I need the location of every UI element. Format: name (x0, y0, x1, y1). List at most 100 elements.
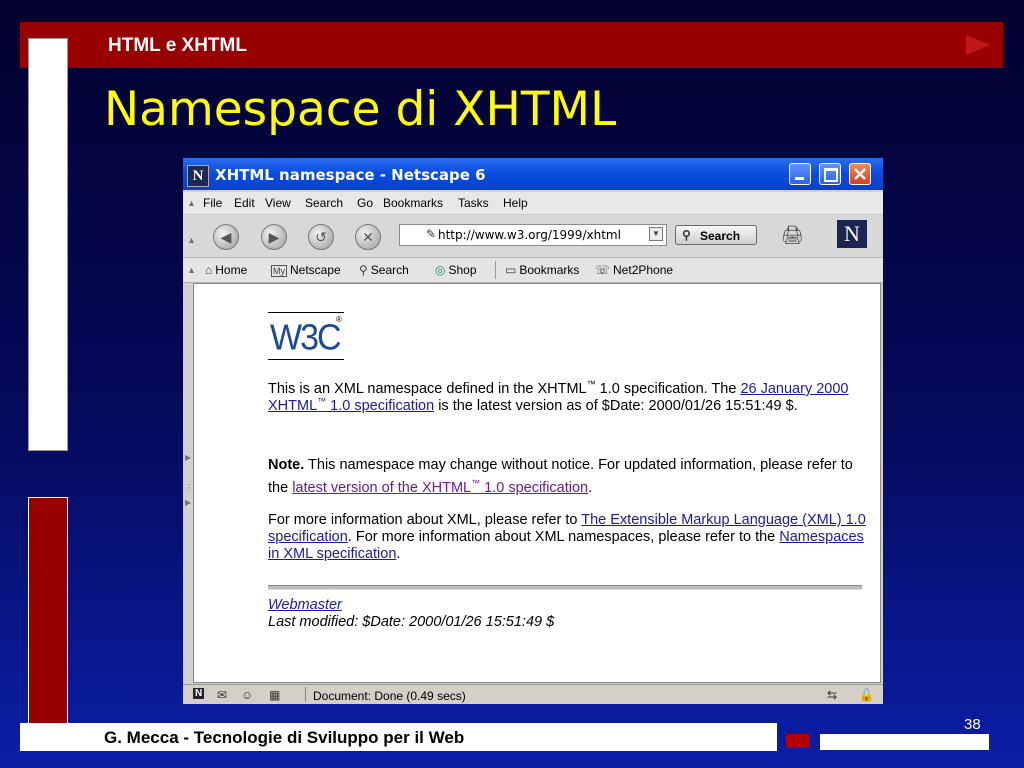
note-paragraph: Note. This namespace may change without … (268, 454, 868, 500)
maximize-icon (824, 168, 838, 182)
toolbar-shop[interactable]: ◎ Shop (435, 263, 477, 277)
toolbar-net2phone-label: Net2Phone (613, 263, 674, 277)
note-text-2: . (588, 480, 593, 496)
stop-icon[interactable]: ✕ (355, 224, 381, 250)
netscape-taskbar-icon[interactable]: N (193, 688, 205, 699)
sidebar-grippy[interactable]: ▶ ⋮ ▶ (183, 283, 193, 683)
sidebar-expand-icon: ▶ (185, 498, 192, 507)
menu-view[interactable]: View (265, 196, 291, 210)
intro-paragraph: This is an XML namespace defined in the … (268, 379, 868, 415)
url-dropdown-icon[interactable]: ▼ (649, 227, 663, 241)
close-button[interactable] (849, 163, 871, 185)
footer-red-block (786, 734, 810, 748)
window-titlebar[interactable]: N XHTML namespace - Netscape 6 (183, 158, 883, 190)
webmaster-link[interactable]: Webmaster (268, 597, 342, 613)
toolbar-grip-icon[interactable]: ▲ (187, 198, 196, 208)
decorative-red-strip (28, 497, 68, 735)
toolbar-separator (495, 261, 496, 279)
net2phone-icon: ☏ (595, 263, 611, 277)
mail-icon[interactable]: ✉ (217, 688, 227, 702)
menu-search[interactable]: Search (305, 196, 343, 210)
trademark-mark: ™ (471, 478, 481, 489)
security-lock-icon[interactable]: 🔓 (859, 688, 874, 702)
online-status-icon[interactable]: ⇆ (827, 688, 837, 702)
home-icon: ⌂ (205, 263, 213, 277)
back-icon[interactable]: ◀ (213, 224, 239, 250)
toolbar-net2phone[interactable]: ☏ Net2Phone (595, 263, 673, 277)
toolbar-netscape-label: Netscape (290, 263, 341, 277)
close-icon (854, 168, 866, 180)
personal-toolbar: ▲ ⌂ Home My Netscape ⚲ Search ◎ Shop ▭ Bookma… (183, 258, 883, 283)
minimize-button[interactable] (789, 163, 811, 185)
menu-edit[interactable]: Edit (234, 196, 255, 210)
bookmarks-icon: ▭ (505, 263, 517, 277)
toolbar-search[interactable]: ⚲ Search (359, 263, 409, 277)
latest-version-link-a: latest version of the XHTML (292, 480, 472, 496)
intro-text-2: 1.0 specification. The (595, 381, 741, 397)
reload-icon[interactable]: ↺ (308, 224, 334, 250)
slide-header-text: HTML e XHTML (108, 35, 247, 56)
slide-title: Namespace di XHTML (104, 82, 617, 137)
toolbar-grip-icon[interactable]: ▲ (187, 235, 196, 245)
note-label: Note. (268, 457, 305, 473)
decorative-white-strip (28, 38, 68, 451)
toolbar-grip-icon[interactable]: ▲ (187, 265, 196, 275)
toolbar-bookmarks-label: Bookmarks (519, 263, 580, 277)
more-info-paragraph: For more information about XML, please r… (268, 512, 868, 563)
latest-version-link[interactable]: latest version of the XHTML™ 1.0 specifi… (292, 478, 589, 496)
page-content: W3C ® This is an XML namespace defined i… (193, 283, 881, 683)
search-button[interactable]: ⚲ Search (675, 225, 757, 245)
menu-bar: ▲ File Edit View Search Go Bookmarks Tas… (183, 192, 883, 215)
composer-icon[interactable]: ▦ (269, 688, 280, 702)
instant-messenger-icon[interactable]: ☺ (241, 688, 253, 702)
navigation-toolbar: ▲ ◀ ▶ ↺ ✕ ▼ ✎ http://www.w3.org/1999/xht… (183, 215, 883, 258)
trademark-mark: ™ (317, 396, 327, 407)
more-info-text-1: For more information about XML, please r… (268, 512, 582, 528)
w3c-logo[interactable]: W3C ® (268, 312, 344, 360)
last-modified-text: Last modified: $Date: 2000/01/26 15:51:4… (268, 614, 555, 630)
spec-link-text-b: 1.0 specification (326, 398, 435, 414)
forward-icon[interactable]: ▶ (261, 224, 287, 250)
footer-text: G. Mecca - Tecnologie di Sviluppo per il… (104, 728, 465, 747)
menu-bookmarks[interactable]: Bookmarks (383, 196, 443, 210)
horizontal-rule (268, 585, 862, 590)
window-title: XHTML namespace - Netscape 6 (215, 166, 486, 184)
slide-number: 38 (964, 716, 981, 733)
status-text: Document: Done (0.49 secs) (313, 689, 466, 703)
toolbar-bookmarks[interactable]: ▭ Bookmarks (505, 263, 579, 277)
more-info-text-2: . For more information about XML namespa… (347, 529, 780, 545)
search-icon: ⚲ (359, 263, 368, 277)
netscape-app-icon: N (187, 165, 209, 187)
magnifier-icon: ⚲ (682, 228, 691, 242)
latest-version-link-b: 1.0 specification (480, 480, 589, 496)
status-separator (305, 687, 306, 702)
menu-tasks[interactable]: Tasks (458, 196, 489, 210)
sidebar-expand-icon: ▶ (185, 453, 192, 462)
page-proxy-icon: ✎ (426, 227, 437, 241)
w3c-registered-mark: ® (336, 315, 342, 324)
netscape-throbber-icon[interactable]: N (837, 220, 867, 248)
footer-white-block (820, 734, 989, 750)
search-button-label: Search (700, 229, 741, 243)
maximize-button[interactable] (819, 163, 841, 185)
intro-text-3: is the latest version as of $Date: 2000/… (434, 398, 798, 414)
toolbar-home-label: Home (215, 263, 248, 277)
toolbar-search-label: Search (370, 263, 409, 277)
url-text: http://www.w3.org/1999/xhtml (438, 228, 621, 242)
shop-icon: ◎ (435, 263, 446, 277)
browser-window: N XHTML namespace - Netscape 6 ▲ File Ed… (183, 158, 883, 704)
my-netscape-icon: My (271, 265, 287, 277)
toolbar-home[interactable]: ⌂ Home (205, 263, 247, 277)
next-slide-arrow-icon[interactable] (966, 35, 990, 55)
print-icon[interactable]: 🖨 (781, 225, 804, 246)
trademark-mark: ™ (586, 379, 596, 390)
intro-text-1: This is an XML namespace defined in the … (268, 381, 587, 397)
footer-signature: Webmaster Last modified: $Date: 2000/01/… (268, 597, 868, 631)
menu-file[interactable]: File (203, 196, 222, 210)
minimize-icon (795, 177, 804, 180)
menu-help[interactable]: Help (503, 196, 528, 210)
w3c-logo-text: W3C (270, 318, 342, 358)
toolbar-my-netscape[interactable]: My Netscape (271, 263, 341, 277)
status-bar: N ✉ ☺ ▦ Document: Done (0.49 secs) ⇆ 🔓 (183, 684, 883, 704)
menu-go[interactable]: Go (357, 196, 373, 210)
